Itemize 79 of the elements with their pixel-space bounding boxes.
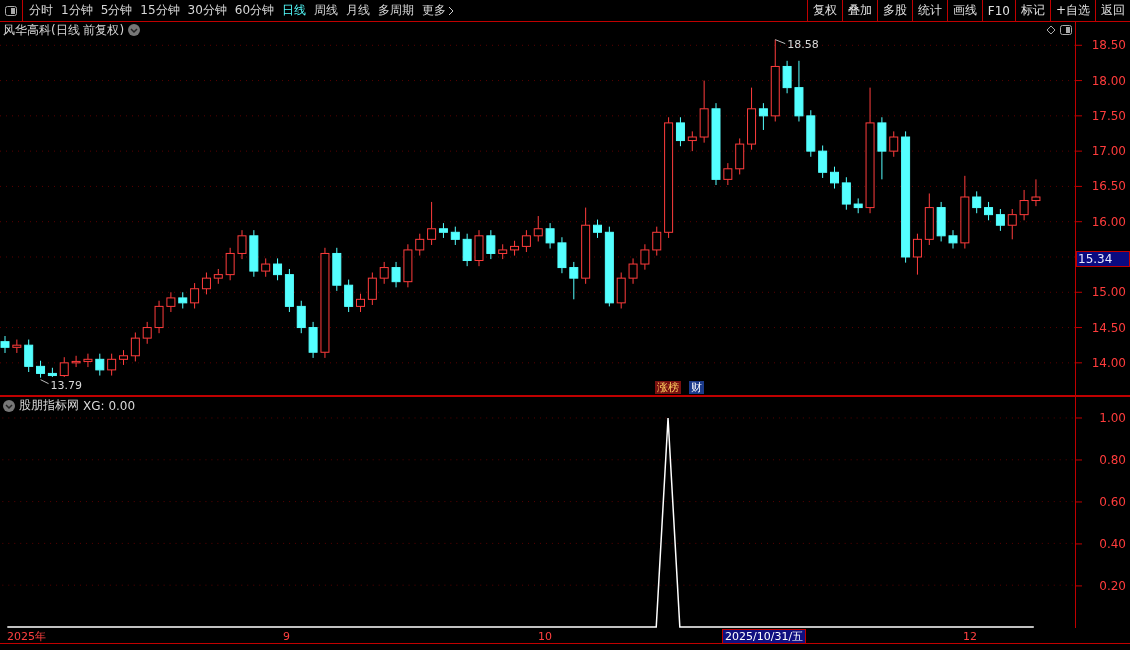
candlestick <box>0 335 10 354</box>
current-price-label: 15.34 <box>1076 251 1130 267</box>
candlestick <box>877 116 887 180</box>
toolbar-button[interactable]: 多股 <box>876 0 912 21</box>
toolbar-button[interactable]: 返回 <box>1095 0 1130 21</box>
diamond-icon[interactable] <box>1046 25 1056 35</box>
candlestick <box>154 300 164 334</box>
candlestick <box>83 353 93 368</box>
toolbar-button[interactable]: 画线 <box>946 0 982 21</box>
toolbar-button[interactable]: F10 <box>981 0 1015 21</box>
price-label: 16.50 <box>1091 179 1126 194</box>
candlestick <box>391 261 401 288</box>
candlestick <box>711 102 721 186</box>
price-label: 18.00 <box>1091 73 1126 88</box>
candlestick <box>545 222 555 250</box>
candlestick <box>628 257 638 285</box>
candlestick <box>474 229 484 267</box>
date-label: 12 <box>962 629 978 644</box>
toolbar-button[interactable]: 统计 <box>911 0 947 21</box>
price-label: 14.00 <box>1091 355 1126 370</box>
price-label: 16.00 <box>1091 214 1126 229</box>
date-label: 2025年 <box>6 629 47 644</box>
period-tab[interactable]: 1分钟 <box>61 2 93 19</box>
price-label: 15.00 <box>1091 285 1126 300</box>
date-label: 2025/10/31/五 <box>722 629 807 644</box>
panel-toggle-icon[interactable] <box>5 5 17 16</box>
period-tab[interactable]: 分时 <box>29 2 53 19</box>
candlestick <box>640 243 650 271</box>
candlestick <box>249 229 259 278</box>
candlestick <box>960 175 970 250</box>
axis-label: 0.80 <box>1099 452 1126 467</box>
info-badge[interactable]: 财 <box>689 381 704 394</box>
period-tab[interactable]: 周线 <box>314 2 339 19</box>
price-label: 17.50 <box>1091 108 1126 123</box>
candlestick <box>71 355 81 368</box>
period-tab[interactable]: 日线 <box>282 2 307 19</box>
candlestick <box>166 291 176 313</box>
candlestick <box>1031 178 1041 207</box>
chart-title: 风华高科(日线 前复权) <box>3 21 125 39</box>
candlestick <box>723 162 733 186</box>
toolbar-button[interactable]: 复权 <box>806 0 842 21</box>
candlestick <box>308 321 318 359</box>
axis-label: 0.40 <box>1099 536 1126 551</box>
price-label: 18.50 <box>1091 38 1126 53</box>
candlestick <box>1019 189 1029 221</box>
chevron-right-icon <box>448 5 455 16</box>
info-badge[interactable]: 涨榜 <box>655 381 681 394</box>
toolbar-button[interactable]: 叠加 <box>841 0 877 21</box>
price-label: 17.00 <box>1091 144 1126 159</box>
toolbar-button[interactable]: +自选 <box>1049 0 1095 21</box>
more-menu[interactable]: 更多 <box>422 2 455 19</box>
indicator-reading: XG: 0.00 <box>83 398 136 413</box>
price-label: 14.50 <box>1091 320 1126 335</box>
dropdown-icon[interactable] <box>3 399 15 412</box>
dropdown-icon[interactable] <box>128 24 141 36</box>
panel-toggle-icon[interactable] <box>1060 25 1072 35</box>
candlestick <box>794 60 804 122</box>
period-tab[interactable]: 60分钟 <box>234 2 275 19</box>
axis-label: 0.20 <box>1099 578 1126 593</box>
candlestick <box>782 60 792 94</box>
period-tab[interactable]: 5分钟 <box>100 2 133 19</box>
toolbar-button[interactable]: 标记 <box>1014 0 1050 21</box>
period-tab[interactable]: 月线 <box>346 2 371 19</box>
date-label: 10 <box>537 629 553 644</box>
candlestick <box>948 229 958 250</box>
candlestick <box>865 87 875 214</box>
period-tab[interactable]: 多周期 <box>378 2 415 19</box>
period-tab[interactable]: 30分钟 <box>187 2 227 19</box>
date-label: 9 <box>282 629 291 644</box>
period-tab[interactable]: 15分钟 <box>140 2 180 19</box>
candlestick <box>320 247 330 359</box>
indicator-title: 股朋指标网 <box>19 397 79 415</box>
axis-label: 0.60 <box>1099 494 1126 509</box>
axis-label: 1.00 <box>1099 411 1126 425</box>
candlestick <box>557 236 567 274</box>
candlestick <box>486 229 496 260</box>
candlestick <box>12 339 22 354</box>
candlestick <box>237 229 247 260</box>
candlestick <box>403 243 413 288</box>
